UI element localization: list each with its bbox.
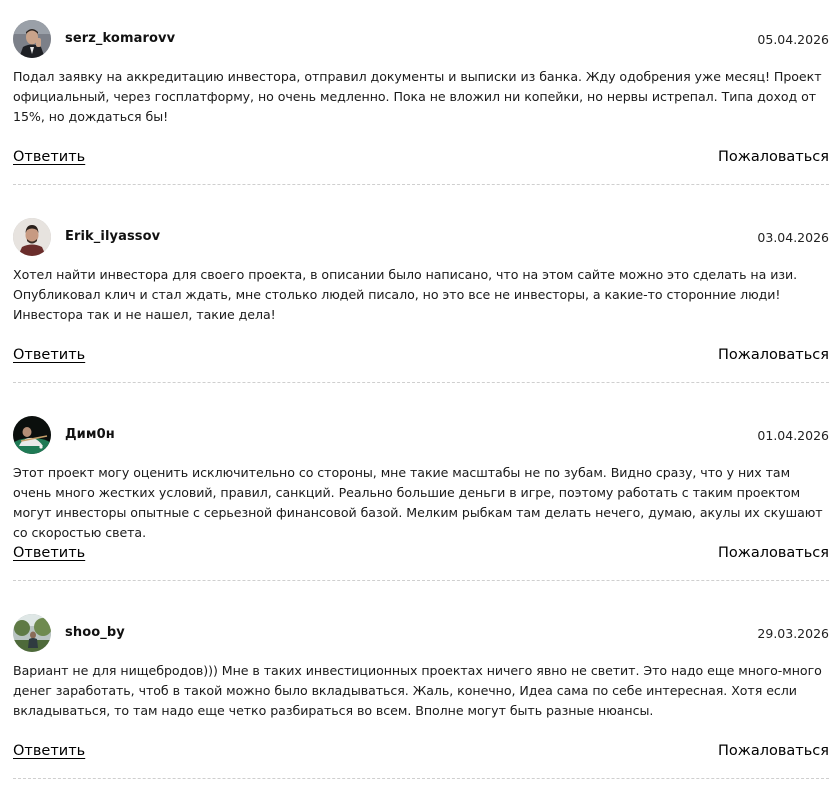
complain-link[interactable]: Пожаловаться <box>718 743 829 759</box>
divider <box>13 778 829 779</box>
comment-header: Erik_ilyassov 03.04.2026 <box>13 218 829 256</box>
avatar-man-in-suit-icon <box>13 20 51 58</box>
comment-header: shoo_by 29.03.2026 <box>13 614 829 652</box>
avatar[interactable] <box>13 614 51 652</box>
reply-link[interactable]: Ответить <box>13 743 85 759</box>
complain-link[interactable]: Пожаловаться <box>718 149 829 165</box>
comment-text: Этот проект могу оценить исключительно с… <box>13 465 823 540</box>
comment-date: 01.04.2026 <box>757 428 829 443</box>
reply-link[interactable]: Ответить <box>13 545 85 561</box>
complain-link[interactable]: Пожаловаться <box>718 545 829 561</box>
avatar[interactable] <box>13 416 51 454</box>
comment-item: serz_komarovv 05.04.2026 Подал заявку на… <box>13 20 829 218</box>
comment-date: 05.04.2026 <box>757 32 829 47</box>
reply-link[interactable]: Ответить <box>13 347 85 363</box>
comment-item: Erik_ilyassov 03.04.2026 Хотел найти инв… <box>13 218 829 416</box>
complain-link[interactable]: Пожаловаться <box>718 347 829 363</box>
avatar-outdoor-icon <box>13 614 51 652</box>
avatar[interactable] <box>13 218 51 256</box>
comment-text: Подал заявку на аккредитацию инвестора, … <box>13 69 822 124</box>
comment-date: 29.03.2026 <box>757 626 829 641</box>
comment-header: Дим0н 01.04.2026 <box>13 416 829 454</box>
username[interactable]: serz_komarovv <box>65 31 175 46</box>
comment-header: serz_komarovv 05.04.2026 <box>13 20 829 58</box>
username[interactable]: shoo_by <box>65 625 125 640</box>
comments-list: serz_komarovv 05.04.2026 Подал заявку на… <box>0 0 838 800</box>
username[interactable]: Erik_ilyassov <box>65 229 160 244</box>
username[interactable]: Дим0н <box>65 427 115 442</box>
divider <box>13 184 829 185</box>
avatar-billiards-icon <box>13 416 51 454</box>
reply-link[interactable]: Ответить <box>13 149 85 165</box>
comment-item: Дим0н 01.04.2026 Этот проект могу оценит… <box>13 416 829 614</box>
divider <box>13 580 829 581</box>
comment-text: Хотел найти инвестора для своего проекта… <box>13 267 798 322</box>
comment-date: 03.04.2026 <box>757 230 829 245</box>
avatar[interactable] <box>13 20 51 58</box>
divider <box>13 382 829 383</box>
avatar-young-man-icon <box>13 218 51 256</box>
comment-text: Вариант не для нищебродов))) Мне в таких… <box>13 663 822 718</box>
comment-item: shoo_by 29.03.2026 Вариант не для нищебр… <box>13 614 829 812</box>
